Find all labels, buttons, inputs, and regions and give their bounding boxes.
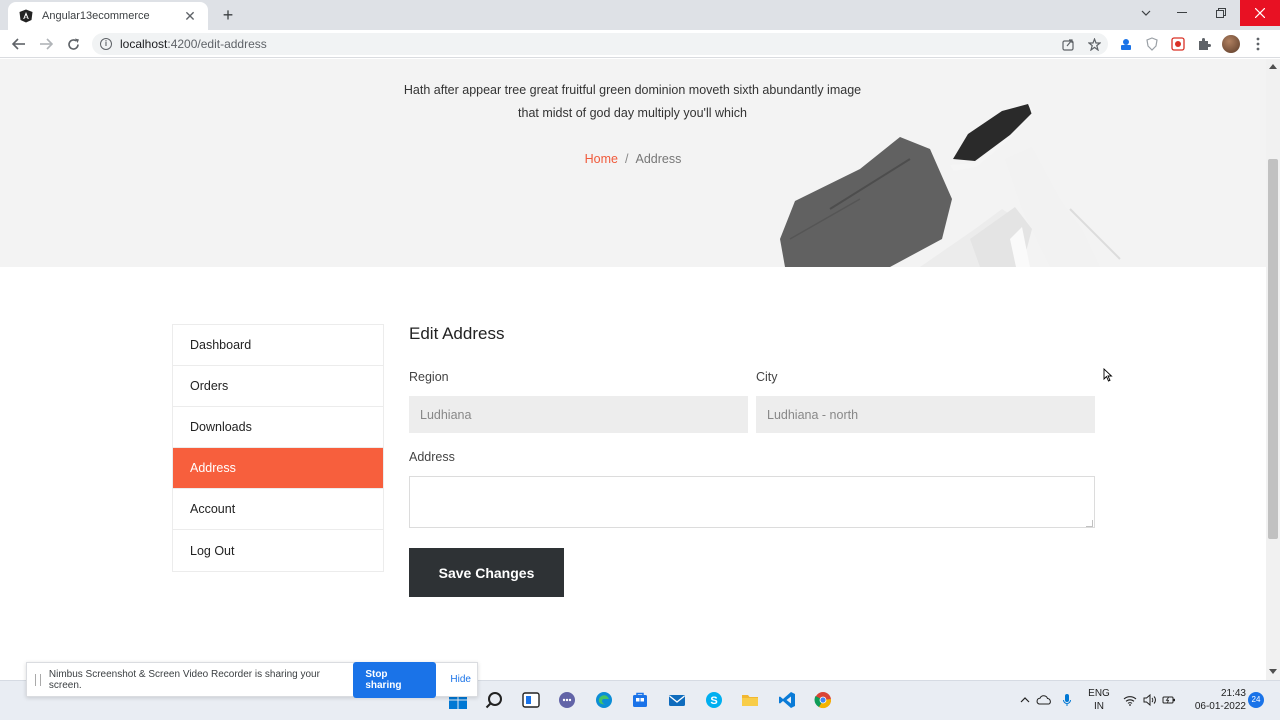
sidebar-item-orders[interactable]: Orders bbox=[173, 366, 383, 407]
region-field[interactable]: Ludhiana bbox=[409, 396, 748, 433]
url-host: localhost bbox=[120, 37, 168, 51]
language-bottom: IN bbox=[1094, 701, 1104, 712]
scroll-down-arrow-icon[interactable] bbox=[1269, 669, 1277, 674]
tab-close-icon[interactable]: ✕ bbox=[182, 8, 198, 25]
battery-icon[interactable] bbox=[1158, 689, 1180, 711]
language-top: ENG bbox=[1088, 688, 1110, 699]
url-path: :4200/edit-address bbox=[167, 37, 267, 51]
stop-sharing-button[interactable]: Stop sharing bbox=[353, 661, 437, 698]
address-textarea[interactable] bbox=[409, 476, 1095, 528]
city-field[interactable]: Ludhiana - north bbox=[756, 396, 1095, 433]
extension-icons bbox=[1118, 35, 1266, 53]
task-view-icon[interactable] bbox=[520, 689, 542, 711]
reload-icon[interactable] bbox=[63, 34, 83, 54]
vscode-icon[interactable] bbox=[776, 689, 798, 711]
teams-chat-icon[interactable] bbox=[556, 689, 578, 711]
sidebar-item-downloads[interactable]: Downloads bbox=[173, 407, 383, 448]
new-tab-button[interactable]: + bbox=[218, 4, 238, 26]
chrome-icon[interactable] bbox=[812, 689, 834, 711]
sharing-message: Nimbus Screenshot & Screen Video Recorde… bbox=[48, 668, 320, 691]
breadcrumb-separator: / bbox=[625, 152, 629, 166]
notification-badge[interactable]: 24 bbox=[1248, 692, 1264, 708]
screen-recorder-extension-icon[interactable] bbox=[1170, 36, 1186, 52]
forward-arrow-icon[interactable] bbox=[36, 34, 56, 54]
breadcrumb-home-link[interactable]: Home bbox=[585, 152, 618, 166]
hero-banner: Hath after appear tree great fruitful gr… bbox=[0, 59, 1266, 267]
search-icon[interactable] bbox=[483, 689, 505, 711]
page-viewport: Hath after appear tree great fruitful gr… bbox=[0, 59, 1266, 680]
mail-icon[interactable] bbox=[666, 689, 688, 711]
browser-toolbar: i localhost:4200/edit-address bbox=[0, 30, 1280, 58]
hero-clothing-image bbox=[780, 103, 1121, 267]
skype-icon[interactable]: S bbox=[703, 689, 725, 711]
language-indicator[interactable]: ENG IN bbox=[1087, 687, 1111, 713]
browser-tab[interactable]: Angular13ecommerce ✕ bbox=[8, 2, 208, 30]
tab-strip: Angular13ecommerce ✕ + bbox=[0, 0, 1280, 30]
tab-search-icon[interactable] bbox=[1126, 0, 1166, 26]
share-icon[interactable] bbox=[1060, 36, 1076, 52]
wifi-icon[interactable] bbox=[1119, 689, 1141, 711]
save-changes-button[interactable]: Save Changes bbox=[409, 548, 564, 597]
angular-logo-icon bbox=[18, 8, 34, 24]
drag-handle-icon[interactable] bbox=[35, 673, 41, 686]
scroll-up-arrow-icon[interactable] bbox=[1269, 64, 1277, 69]
onedrive-cloud-icon[interactable] bbox=[1033, 689, 1055, 711]
page-scrollbar[interactable] bbox=[1266, 59, 1280, 680]
extensions-puzzle-icon[interactable] bbox=[1196, 36, 1212, 52]
scroll-thumb[interactable] bbox=[1268, 159, 1278, 539]
sidebar-item-address[interactable]: Address bbox=[173, 448, 383, 489]
close-window-icon[interactable] bbox=[1240, 0, 1280, 26]
breadcrumb-current: Address bbox=[635, 152, 682, 166]
shield-extension-icon[interactable] bbox=[1144, 36, 1160, 52]
download-extension-icon[interactable] bbox=[1118, 36, 1134, 52]
back-arrow-icon[interactable] bbox=[9, 34, 29, 54]
sidebar-item-dashboard[interactable]: Dashboard bbox=[173, 325, 383, 366]
site-info-icon[interactable]: i bbox=[100, 38, 112, 50]
sidebar-item-account[interactable]: Account bbox=[173, 489, 383, 530]
screen-sharing-bar: Nimbus Screenshot & Screen Video Recorde… bbox=[26, 661, 478, 698]
clock[interactable]: 21:43 06-01-2022 bbox=[1184, 687, 1246, 713]
tab-title: Angular13ecommerce bbox=[42, 10, 150, 22]
sidebar-item-logout[interactable]: Log Out bbox=[173, 530, 383, 571]
minimize-icon[interactable] bbox=[1162, 0, 1202, 26]
account-sidebar: Dashboard Orders Downloads Address Accou… bbox=[172, 324, 384, 572]
hide-button[interactable]: Hide bbox=[444, 668, 477, 691]
microsoft-store-icon[interactable] bbox=[629, 689, 651, 711]
clock-time: 21:43 bbox=[1220, 688, 1246, 699]
city-label: City bbox=[756, 370, 778, 384]
file-explorer-icon[interactable] bbox=[739, 689, 761, 711]
textarea-resize-handle[interactable] bbox=[1086, 520, 1093, 527]
profile-avatar[interactable] bbox=[1222, 35, 1240, 53]
mouse-cursor-icon bbox=[1103, 368, 1113, 382]
restore-icon[interactable] bbox=[1201, 0, 1241, 26]
clock-date: 06-01-2022 bbox=[1194, 701, 1246, 712]
region-label: Region bbox=[409, 370, 449, 384]
edge-browser-icon[interactable] bbox=[593, 689, 615, 711]
address-bar[interactable]: i localhost:4200/edit-address bbox=[92, 33, 1108, 55]
page-title: Edit Address bbox=[409, 324, 505, 343]
svg-text:S: S bbox=[710, 695, 717, 707]
menu-dots-icon[interactable] bbox=[1250, 36, 1266, 52]
bookmark-star-icon[interactable] bbox=[1086, 36, 1102, 52]
address-label: Address bbox=[409, 450, 455, 464]
microphone-icon[interactable] bbox=[1056, 689, 1078, 711]
